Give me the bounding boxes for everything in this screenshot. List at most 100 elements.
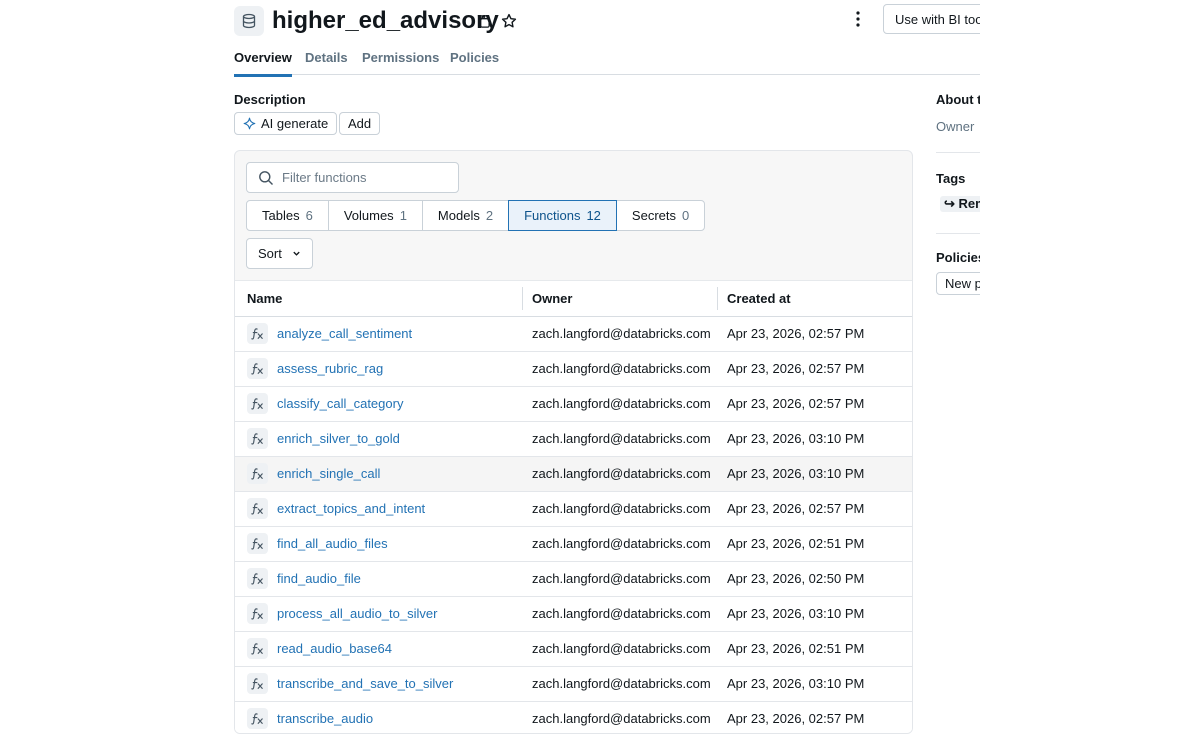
- column-header-created-at[interactable]: Created at: [727, 281, 791, 316]
- table-row[interactable]: enrich_silver_to_gold zach.langford@datab…: [235, 422, 912, 457]
- ai-generate-button[interactable]: AI generate: [234, 112, 338, 135]
- function-owner: zach.langford@databricks.com: [532, 326, 711, 341]
- table-row[interactable]: enrich_single_call zach.langford@databric…: [235, 457, 912, 492]
- table-header: Name Owner Created at: [235, 280, 913, 317]
- function-icon: [247, 428, 268, 449]
- segment-count: 1: [399, 208, 407, 223]
- function-name-link[interactable]: assess_rubric_rag: [277, 352, 383, 386]
- functions-table: Name Owner Created at analyze_call_senti…: [235, 280, 913, 733]
- function-name-link[interactable]: read_audio_base64: [277, 632, 392, 666]
- function-icon: [247, 533, 268, 554]
- table-row[interactable]: find_audio_file zach.langford@databricks.…: [235, 562, 912, 597]
- column-header-owner[interactable]: Owner: [532, 281, 572, 316]
- segment-label: Functions: [524, 208, 581, 223]
- function-icon: [247, 498, 268, 519]
- function-owner: zach.langford@databricks.com: [532, 501, 711, 516]
- column-divider[interactable]: [522, 287, 523, 310]
- object-type-selector: Tables 6 Volumes 1 Models 2 Functions 12…: [246, 200, 706, 231]
- table-row[interactable]: classify_call_category zach.langford@data…: [235, 387, 912, 422]
- kebab-icon: [856, 11, 860, 27]
- use-with-bi-tools-button[interactable]: Use with BI tools: [883, 4, 980, 34]
- segment-volumes[interactable]: Volumes 1: [327, 200, 423, 231]
- column-divider[interactable]: [912, 287, 913, 310]
- sort-label: Sort: [258, 246, 282, 261]
- function-created-at: Apr 23, 2026, 02:57 PM: [727, 501, 865, 516]
- sort-button[interactable]: Sort: [246, 238, 313, 269]
- function-name-link[interactable]: process_all_audio_to_silver: [277, 597, 437, 631]
- segment-functions[interactable]: Functions 12: [508, 200, 617, 231]
- function-icon: [247, 358, 268, 379]
- table-row[interactable]: read_audio_base64 zach.langford@databrick…: [235, 632, 912, 667]
- table-row[interactable]: assess_rubric_rag zach.langford@databrick…: [235, 352, 912, 387]
- segment-count: 12: [586, 208, 601, 223]
- function-icon: [247, 393, 268, 414]
- tab-policies[interactable]: Policies: [450, 50, 499, 74]
- copy-button[interactable]: [472, 10, 494, 32]
- function-created-at: Apr 23, 2026, 03:10 PM: [727, 606, 865, 621]
- function-created-at: Apr 23, 2026, 02:51 PM: [727, 536, 865, 551]
- function-name-link[interactable]: classify_call_category: [277, 387, 403, 421]
- search-icon: [259, 170, 273, 185]
- segment-label: Secrets: [631, 208, 676, 223]
- function-owner: zach.langford@databricks.com: [532, 606, 711, 621]
- function-name-link[interactable]: find_all_audio_files: [277, 527, 388, 561]
- function-owner: zach.langford@databricks.com: [532, 431, 711, 446]
- function-name-link[interactable]: analyze_call_sentiment: [277, 317, 412, 351]
- tab-details[interactable]: Details: [305, 50, 348, 74]
- function-created-at: Apr 23, 2026, 02:57 PM: [727, 326, 865, 341]
- function-owner: zach.langford@databricks.com: [532, 641, 711, 656]
- column-divider[interactable]: [717, 287, 718, 310]
- column-header-name[interactable]: Name: [247, 281, 282, 316]
- function-name-link[interactable]: extract_topics_and_intent: [277, 492, 425, 526]
- table-row[interactable]: extract_topics_and_intent zach.langford@d…: [235, 492, 912, 527]
- page-title: higher_ed_advisory: [272, 7, 499, 34]
- table-row[interactable]: find_all_audio_files zach.langford@databr…: [235, 527, 912, 562]
- function-owner: zach.langford@databricks.com: [532, 536, 711, 551]
- function-created-at: Apr 23, 2026, 02:51 PM: [727, 641, 865, 656]
- function-name-link[interactable]: enrich_silver_to_gold: [277, 422, 400, 456]
- filter-input[interactable]: [280, 169, 444, 186]
- function-icon: [247, 603, 268, 624]
- function-name-link[interactable]: find_audio_file: [277, 562, 361, 596]
- function-owner: zach.langford@databricks.com: [532, 466, 711, 481]
- tab-permissions[interactable]: Permissions: [362, 50, 439, 74]
- description-label: Description: [234, 92, 306, 107]
- functions-panel: Tables 6 Volumes 1 Models 2 Functions 12…: [234, 150, 913, 734]
- function-icon: [247, 673, 268, 694]
- function-owner: zach.langford@databricks.com: [532, 396, 711, 411]
- segment-tables[interactable]: Tables 6: [246, 200, 329, 231]
- table-body: analyze_call_sentiment zach.langford@data…: [235, 317, 912, 733]
- table-row[interactable]: transcribe_and_save_to_silver zach.langfo…: [235, 667, 912, 702]
- function-name-link[interactable]: transcribe_audio: [277, 702, 373, 733]
- favorite-button[interactable]: [498, 10, 520, 32]
- new-policy-button[interactable]: New policy: [936, 272, 980, 295]
- chevron-down-icon: [293, 251, 300, 256]
- add-description-button[interactable]: Add: [339, 112, 381, 135]
- copy-icon: [477, 14, 490, 28]
- ai-generate-label: AI generate: [261, 116, 329, 131]
- schema-icon: [234, 6, 264, 36]
- function-name-link[interactable]: enrich_single_call: [277, 457, 380, 491]
- more-options-button[interactable]: [848, 8, 868, 30]
- segment-models[interactable]: Models 2: [421, 200, 510, 231]
- divider: [936, 152, 980, 153]
- segment-label: Models: [437, 208, 480, 223]
- function-name-link[interactable]: transcribe_and_save_to_silver: [277, 667, 453, 701]
- function-created-at: Apr 23, 2026, 02:50 PM: [727, 571, 865, 586]
- function-created-at: Apr 23, 2026, 02:57 PM: [727, 361, 865, 376]
- policies-heading: Policies: [936, 250, 980, 265]
- filter-box[interactable]: [246, 162, 459, 193]
- tag-remove-link[interactable]: ↪ Remove: [940, 196, 980, 212]
- table-row[interactable]: analyze_call_sentiment zach.langford@data…: [235, 317, 912, 352]
- function-owner: zach.langford@databricks.com: [532, 711, 711, 726]
- function-created-at: Apr 23, 2026, 03:10 PM: [727, 676, 865, 691]
- table-row[interactable]: transcribe_audio zach.langford@databricks…: [235, 702, 912, 733]
- segment-secrets[interactable]: Secrets 0: [615, 200, 706, 231]
- function-icon: [247, 638, 268, 659]
- divider: [936, 233, 980, 234]
- segment-count: 2: [485, 208, 494, 223]
- function-owner: zach.langford@databricks.com: [532, 361, 711, 376]
- tab-overview[interactable]: Overview: [234, 50, 292, 77]
- table-row[interactable]: process_all_audio_to_silver zach.langford…: [235, 597, 912, 632]
- tab-bar: Overview Details Permissions Policies: [234, 46, 980, 77]
